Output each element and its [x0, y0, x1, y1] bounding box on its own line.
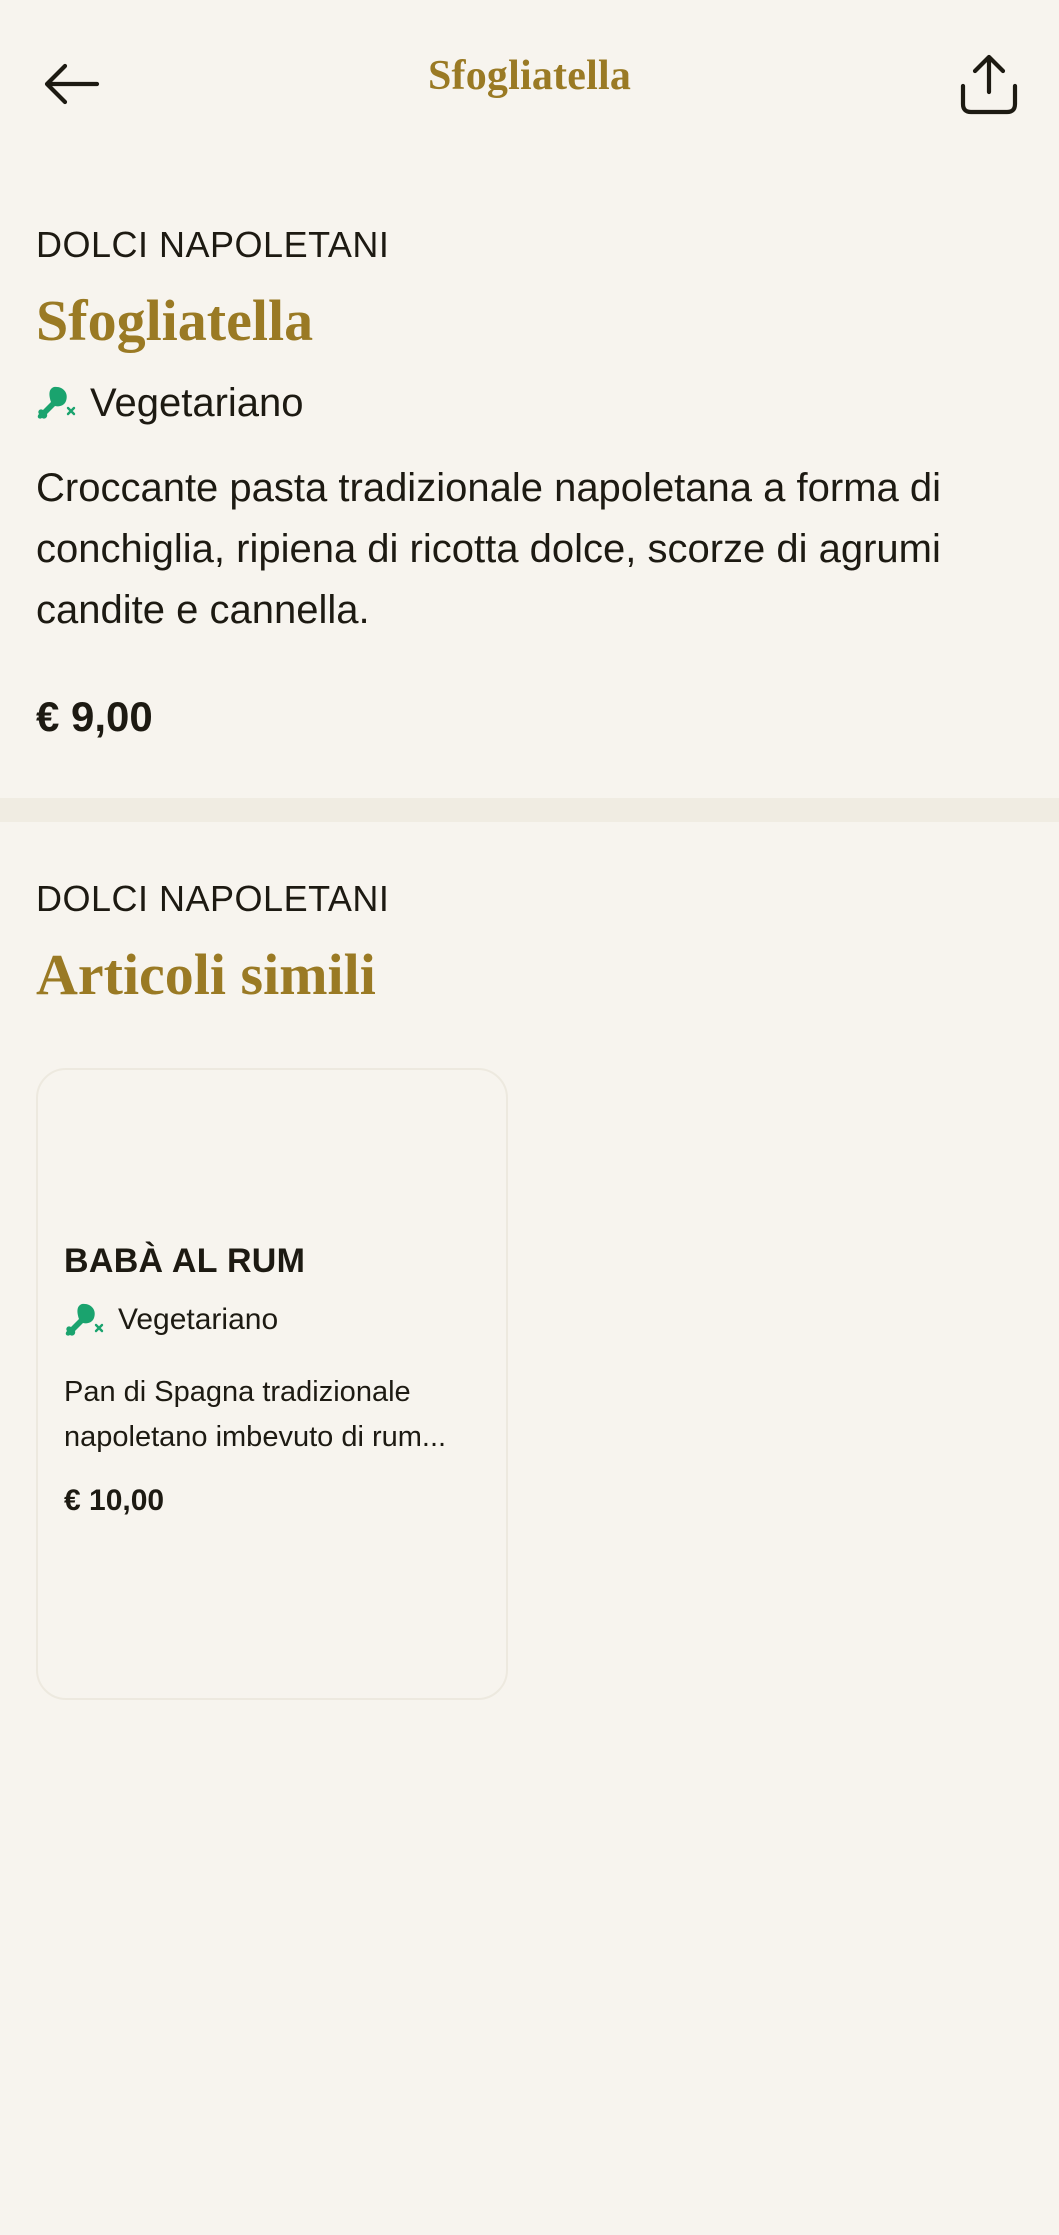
- product-detail: DOLCI NAPOLETANI Sfogliatella Vegetarian…: [36, 220, 1026, 741]
- product-price: € 9,00: [36, 693, 153, 740]
- section-divider: [0, 798, 1059, 822]
- no-meat-icon: [64, 1300, 104, 1340]
- similar-item-card[interactable]: BABÀ AL RUM Vegetariano Pan di Spagna tr…: [36, 1068, 508, 1700]
- card-diet-tag: Vegetariano: [64, 1300, 494, 1340]
- share-button[interactable]: [953, 48, 1025, 120]
- card-item-description: Pan di Spagna tradizionale napoletano im…: [64, 1376, 447, 1453]
- share-icon: [960, 54, 1018, 115]
- header-title: Sfogliatella: [427, 53, 632, 99]
- product-description: Croccante pasta tradizionale napoletana …: [36, 466, 941, 632]
- similar-items-section: DOLCI NAPOLETANI Articoli simili: [36, 874, 1026, 1008]
- diet-label: Vegetariano: [90, 380, 304, 425]
- no-meat-icon: [36, 383, 76, 423]
- product-name: Sfogliatella: [36, 288, 314, 353]
- top-bar: Sfogliatella: [0, 0, 1059, 170]
- similar-category: DOLCI NAPOLETANI: [36, 878, 390, 919]
- product-category: DOLCI NAPOLETANI: [36, 224, 390, 265]
- card-diet-label: Vegetariano: [118, 1303, 279, 1336]
- card-content: BABÀ AL RUM Vegetariano Pan di Spagna tr…: [64, 1240, 494, 1518]
- card-item-price: € 10,00: [64, 1484, 165, 1517]
- card-item-name: BABÀ AL RUM: [64, 1242, 306, 1280]
- similar-title: Articoli simili: [36, 942, 376, 1007]
- diet-tag: Vegetariano: [36, 376, 1026, 430]
